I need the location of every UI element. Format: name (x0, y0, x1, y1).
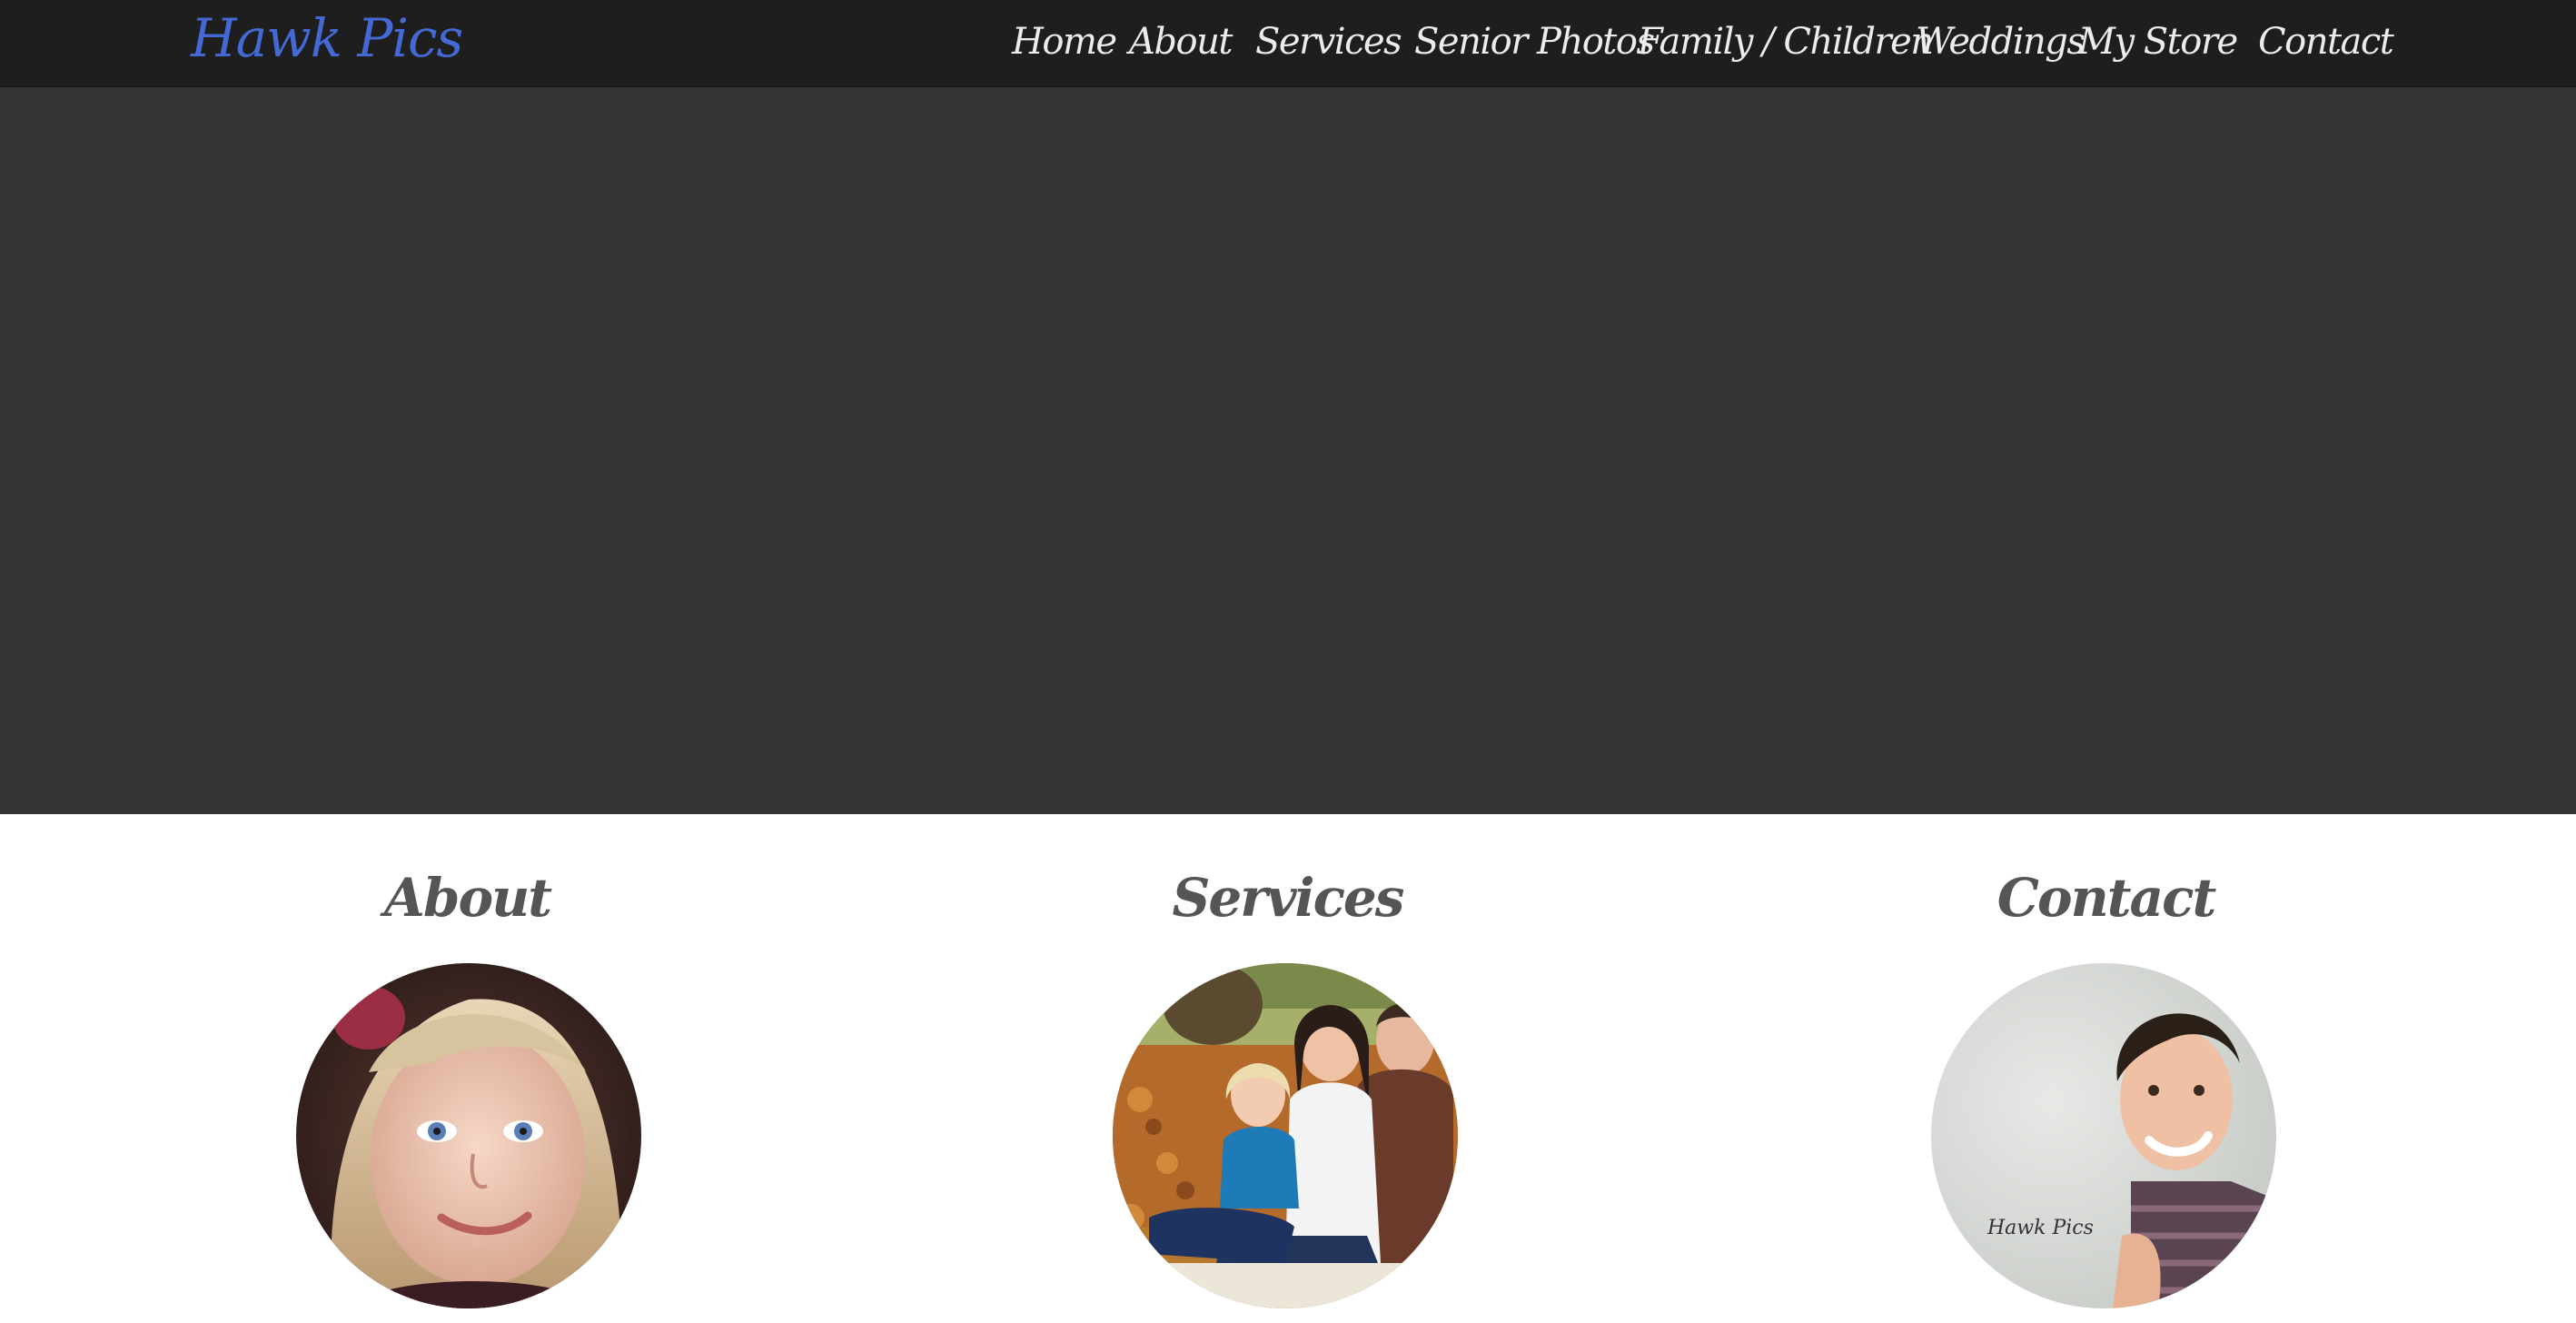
senior-boy-portrait-photo[interactable]: Hawk Pics (1931, 963, 2276, 1308)
contact-section: Contact Hawk Pics (1677, 814, 2535, 1323)
girl-portrait-photo[interactable] (296, 963, 641, 1308)
hawk-pics-watermark: Hawk Pics (1986, 1217, 2094, 1239)
family-autumn-photo[interactable] (1113, 963, 1458, 1308)
services-section: Services (858, 814, 1717, 1323)
hero-banner (0, 87, 2576, 814)
about-section: About (38, 814, 897, 1323)
about-heading: About (383, 867, 552, 929)
top-navbar: Hawk Pics Home About Services Senior Pho… (0, 0, 2576, 87)
nav-item-contact[interactable]: Contact (2258, 13, 2394, 71)
nav-item-weddings[interactable]: Weddings (1916, 13, 2086, 71)
nav-item-about[interactable]: About (1129, 13, 1233, 71)
services-heading: Services (1172, 867, 1405, 929)
nav-item-my-store[interactable]: My Store (2078, 13, 2238, 71)
brand-logo-link[interactable]: Hawk Pics (191, 5, 463, 71)
nav-item-family-children[interactable]: Family / Children (1638, 13, 1934, 71)
contact-heading: Contact (1996, 867, 2217, 929)
nav-item-services[interactable]: Services (1255, 13, 1402, 71)
nav-item-home[interactable]: Home (1012, 13, 1117, 71)
nav-item-senior-photos[interactable]: Senior Photos (1414, 13, 1655, 71)
